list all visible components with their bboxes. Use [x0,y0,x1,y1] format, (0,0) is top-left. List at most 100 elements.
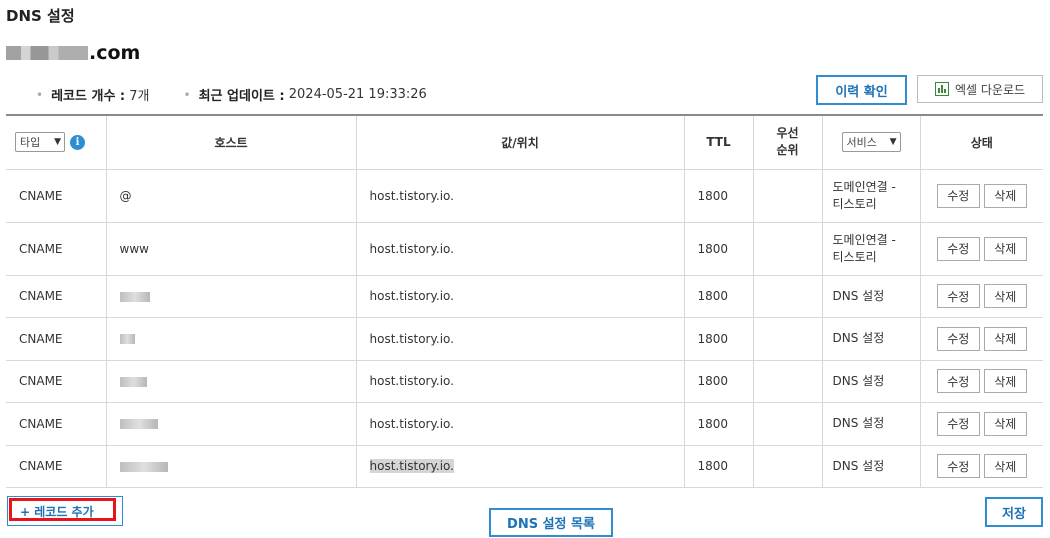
table-row: CNAME @ host.tistory.io. 1800 도메인연결 - 티스토리 수정 삭… [6,169,1043,223]
ttl-cell: 1800 [684,169,754,223]
service-filter-select[interactable]: 서비스 ▼ [841,132,901,153]
service-cell: 도메인연결 - 티스토리 [822,222,921,276]
type-filter-select[interactable]: 타입 ▼ [15,132,65,153]
edit-button[interactable]: 수정 [936,284,980,308]
host-value: www [119,241,149,256]
masked-host-value [119,334,135,344]
type-cell: CNAME [6,275,107,318]
priority-cell [753,445,823,488]
ttl-cell: 1800 [684,317,754,361]
action-cell: 수정 삭제 [920,275,1043,318]
type-column-header: 타입 ▼ i [6,115,107,170]
edit-button[interactable]: 수정 [936,411,980,436]
priority-cell [753,169,823,223]
value-text: host.tistory.io. [369,188,454,203]
host-cell [106,317,357,361]
type-cell: CNAME [6,402,107,446]
save-button[interactable]: 저장 [985,497,1043,527]
action-cell: 수정 삭제 [920,445,1043,488]
host-column-header: 호스트 [106,115,357,170]
excel-chart-icon [934,82,949,96]
delete-button[interactable]: 삭제 [983,454,1027,478]
host-value: @ [119,188,132,203]
delete-button[interactable]: 삭제 [983,411,1027,436]
chevron-down-icon: ▼ [54,137,61,148]
host-cell [106,275,357,318]
service-cell: DNS 설정 [822,317,921,361]
chevron-down-icon: ▼ [889,137,897,148]
value-text: host.tistory.io. [369,331,454,346]
value-cell: host.tistory.io. [356,275,685,318]
table-row: CNAME host.tistory.io. 1800 DNS 설정 수정 삭제 [6,445,1043,488]
edit-button[interactable]: 수정 [936,236,980,261]
priority-cell [753,360,823,403]
value-text: host.tistory.io. [369,416,454,431]
value-text: host.tistory.io. [369,289,454,303]
domain-suffix: .com [89,42,141,64]
action-cell: 수정 삭제 [920,317,1043,361]
info-icon[interactable]: i [70,134,85,150]
bullet-icon: • [183,87,191,102]
masked-domain-prefix [6,46,88,60]
delete-button[interactable]: 삭제 [983,284,1027,308]
record-count-label: 레코드 개수 : [51,89,126,104]
value-text: host.tistory.io. [369,241,454,256]
type-cell: CNAME [6,360,107,403]
type-cell: CNAME [6,445,107,488]
delete-button[interactable]: 삭제 [983,326,1027,351]
page-title: DNS 설정 [6,7,75,25]
host-cell [106,402,357,446]
masked-host-value [119,376,147,387]
ttl-cell: 1800 [684,445,754,488]
table-row: CNAME host.tistory.io. 1800 DNS 설정 수정 삭제 [6,360,1043,403]
host-cell [106,360,357,403]
service-cell: DNS 설정 [822,275,921,318]
edit-button[interactable]: 수정 [936,454,980,478]
edit-button[interactable]: 수정 [936,183,980,208]
masked-host-value [119,419,158,429]
type-cell: CNAME [6,222,107,276]
delete-button[interactable]: 삭제 [983,183,1027,208]
bullet-icon: • [36,87,44,102]
value-column-header: 값/위치 [356,115,685,170]
ttl-column-header: TTL [684,115,754,170]
table-row: CNAME host.tistory.io. 1800 DNS 설정 수정 삭제 [6,317,1043,361]
service-cell: DNS 설정 [822,360,921,403]
host-cell: www [106,222,357,276]
value-cell: host.tistory.io. [356,169,685,223]
dns-list-button[interactable]: DNS 설정 목록 [489,508,613,537]
table-row: CNAME www host.tistory.io. 1800 도메인연결 - 티스토리 수… [6,222,1043,276]
action-cell: 수정 삭제 [920,169,1043,223]
value-cell: host.tistory.io. [356,360,685,403]
service-column-header: 서비스 ▼ [822,115,921,170]
record-count: • 레코드 개수 : 7개 [36,85,150,105]
excel-download-button[interactable]: 엑셀 다운로드 [917,75,1043,103]
value-cell: host.tistory.io. [356,445,685,488]
edit-button[interactable]: 수정 [936,369,980,393]
action-cell: 수정 삭제 [920,222,1043,276]
dns-record-table: 타입 ▼ i 호스트 값/위치 TTL 우선 순위 서비스 ▼ 상태 CNAME @ ho… [6,114,1043,488]
delete-button[interactable]: 삭제 [983,369,1027,393]
add-record-button[interactable]: + 레코드 추가 [7,496,123,526]
delete-button[interactable]: 삭제 [983,236,1027,261]
value-text: host.tistory.io. [369,374,454,388]
edit-button[interactable]: 수정 [936,326,980,351]
masked-host-value [119,461,168,472]
excel-download-label: 엑셀 다운로드 [954,82,1026,97]
record-count-value: 7개 [129,89,150,104]
value-cell: host.tistory.io. [356,222,685,276]
value-cell: host.tistory.io. [356,402,685,446]
history-button[interactable]: 이력 확인 [816,75,907,105]
ttl-cell: 1800 [684,360,754,403]
ttl-cell: 1800 [684,275,754,318]
last-update: • 최근 업데이트 : 2024-05-21 19:33:26 [184,85,427,104]
status-column-header: 상태 [920,115,1043,170]
host-cell [106,445,357,488]
last-update-value: 2024-05-21 19:33:26 [288,87,427,102]
priority-cell [753,402,823,446]
record-summary: • 레코드 개수 : 7개 • 최근 업데이트 : 2024-05-21 19:… [36,85,461,104]
service-cell: 도메인연결 - 티스토리 [822,169,921,223]
ttl-cell: 1800 [684,402,754,446]
service-cell: DNS 설정 [822,402,921,446]
value-cell: host.tistory.io. [356,317,685,361]
